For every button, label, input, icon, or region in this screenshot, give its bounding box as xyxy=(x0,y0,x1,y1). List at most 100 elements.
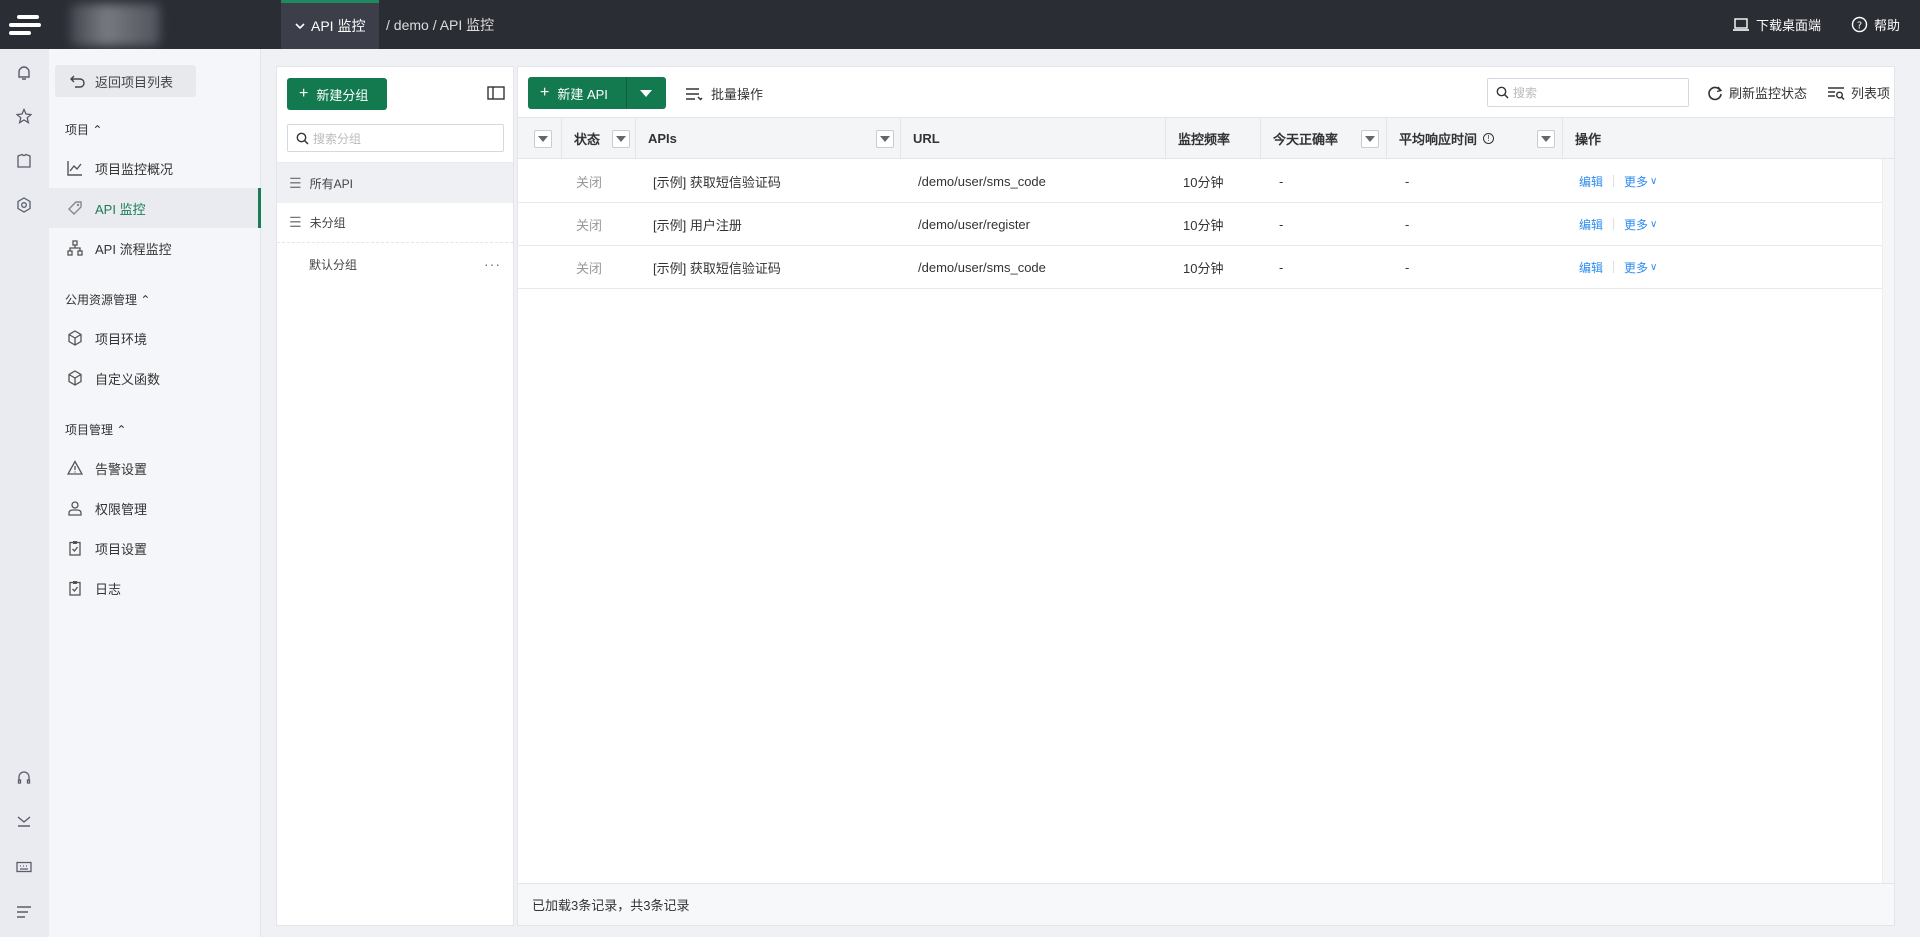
table-row[interactable]: 关闭 [示例] 获取短信验证码 /demo/user/sms_code 10分钟… xyxy=(518,160,1894,203)
download-desktop-button[interactable]: 下载桌面端 xyxy=(1732,15,1821,34)
api-search-input[interactable]: 搜索 xyxy=(1487,78,1689,107)
app-logo[interactable] xyxy=(0,0,49,49)
edit-link[interactable]: 编辑 xyxy=(1579,216,1603,233)
top-bar: API 监控 / demo / API 监控 下载桌面端 ? 帮助 xyxy=(0,0,1920,49)
back-to-projects-button[interactable]: 返回项目列表 xyxy=(55,65,196,97)
group-panel: + 新建分组 搜索分组 ☰ 所有API ☰ 未分组 默认分组 ··· xyxy=(276,66,514,926)
sidebar-item-overview[interactable]: 项目监控概况 xyxy=(49,148,261,188)
filter-icon[interactable] xyxy=(1361,130,1379,148)
new-api-button[interactable]: + 新建 API xyxy=(528,77,666,109)
cell-status: 关闭 xyxy=(576,217,603,233)
keyboard-icon[interactable] xyxy=(14,857,34,877)
new-api-label: 新建 API xyxy=(557,86,608,102)
col-status: 状态 xyxy=(562,118,636,159)
caret-up-icon: ⌃ xyxy=(140,293,151,307)
menu-lines-icon[interactable] xyxy=(14,902,34,922)
group-item-label: 未分组 xyxy=(309,216,346,230)
info-icon: ! xyxy=(1483,133,1495,144)
cell-freq: 10分钟 xyxy=(1183,260,1224,276)
logo-icon xyxy=(8,13,41,37)
help-button[interactable]: ? 帮助 xyxy=(1851,15,1900,34)
module-switcher[interactable]: API 监控 xyxy=(281,0,380,49)
col-freq: 监控频率 xyxy=(1166,118,1261,159)
table-row[interactable]: 关闭 [示例] 获取短信验证码 /demo/user/sms_code 10分钟… xyxy=(518,246,1894,289)
edit-link[interactable]: 编辑 xyxy=(1579,259,1603,276)
gear-icon[interactable] xyxy=(14,195,34,215)
cell-url: /demo/user/register xyxy=(918,216,1030,232)
chevron-down-icon: ∨ xyxy=(1650,218,1658,230)
more-link[interactable]: 更多 xyxy=(1624,216,1648,233)
header-apis: APIs xyxy=(648,131,677,146)
more-link[interactable]: 更多 xyxy=(1624,259,1648,276)
sidebar-item-environment[interactable]: 项目环境 xyxy=(49,318,261,358)
refresh-status-button[interactable]: 刷新监控状态 xyxy=(1707,83,1807,102)
filter-icon[interactable] xyxy=(612,130,630,148)
more-dots-icon[interactable]: ··· xyxy=(484,256,501,272)
help-icon: ? xyxy=(1851,16,1868,33)
search-icon xyxy=(1496,86,1509,99)
cell-api[interactable]: [示例] 获取短信验证码 xyxy=(653,160,781,202)
column-settings-button[interactable]: 列表项 xyxy=(1827,83,1890,102)
collapse-down-icon[interactable] xyxy=(14,811,34,831)
section-project[interactable]: 项目 ⌃ xyxy=(65,121,102,138)
caret-up-icon: ⌃ xyxy=(92,123,103,137)
table-header: 状态 APIs URL 监控频率 今天正确率 平均响应时间 ! 操作 xyxy=(518,117,1894,159)
bell-icon[interactable] xyxy=(14,63,34,83)
section-manage-label: 项目管理 xyxy=(65,423,114,437)
new-api-main[interactable]: + 新建 API xyxy=(528,77,627,109)
header-url: URL xyxy=(913,131,940,146)
filter-icon[interactable] xyxy=(1537,130,1555,148)
refresh-icon xyxy=(1708,86,1723,100)
cell-avg: - xyxy=(1405,216,1410,232)
cell-api[interactable]: [示例] 用户注册 xyxy=(653,203,742,245)
new-api-dropdown[interactable] xyxy=(627,77,665,109)
batch-operation-button[interactable]: 批量操作 xyxy=(685,84,763,103)
more-link[interactable]: 更多 xyxy=(1624,173,1648,190)
cell-rate: - xyxy=(1279,216,1284,232)
headset-icon[interactable] xyxy=(14,767,34,787)
group-item-all[interactable]: ☰ 所有API xyxy=(277,163,513,203)
filter-icon[interactable] xyxy=(876,130,894,148)
new-group-label: 新建分组 xyxy=(316,87,369,103)
sidebar-item-settings[interactable]: 项目设置 xyxy=(49,528,261,568)
shirt-icon[interactable] xyxy=(14,151,34,171)
col-apis: APIs xyxy=(636,118,901,159)
cell-ops: 编辑 更多 ∨ xyxy=(1579,160,1657,202)
return-arrow-icon xyxy=(70,75,85,88)
table-footer: 已加载3条记录，共3条记录 xyxy=(518,883,1894,925)
group-item-default[interactable]: 默认分组 ··· xyxy=(277,244,513,284)
header-freq: 监控频率 xyxy=(1178,132,1231,147)
caret-up-icon: ⌃ xyxy=(116,423,127,437)
batch-label: 批量操作 xyxy=(711,87,764,102)
star-icon[interactable] xyxy=(14,106,34,126)
table-scrollbar[interactable] xyxy=(1882,159,1894,884)
header-status: 状态 xyxy=(574,132,601,147)
help-label: 帮助 xyxy=(1873,18,1900,33)
toggle-panel-icon[interactable] xyxy=(487,86,505,103)
sidebar-item-flow-monitor[interactable]: API 流程监控 xyxy=(49,228,261,268)
user-icon xyxy=(68,501,82,516)
sidebar-item-api-monitor[interactable]: API 监控 xyxy=(49,188,261,228)
group-search-input[interactable]: 搜索分组 xyxy=(287,124,504,152)
table-row[interactable]: 关闭 [示例] 用户注册 /demo/user/register 10分钟 - … xyxy=(518,203,1894,246)
sidebar-item-label: 自定义函数 xyxy=(95,371,161,387)
plus-icon: + xyxy=(299,85,309,102)
record-count: 已加载3条记录，共3条记录 xyxy=(532,898,690,913)
edit-link[interactable]: 编辑 xyxy=(1579,173,1603,190)
cell-api[interactable]: [示例] 获取短信验证码 xyxy=(653,246,781,288)
sidebar-item-functions[interactable]: 自定义函数 xyxy=(49,358,261,398)
col-ops: 操作 xyxy=(1563,118,1894,159)
section-public[interactable]: 公用资源管理 ⌃ xyxy=(65,291,150,308)
org-avatar[interactable] xyxy=(70,4,160,46)
sidebar-item-alerts[interactable]: 告警设置 xyxy=(49,448,261,488)
section-manage[interactable]: 项目管理 ⌃ xyxy=(65,421,126,438)
new-group-button[interactable]: + 新建分组 xyxy=(287,78,387,110)
chevron-down-icon xyxy=(295,23,305,30)
api-list-panel: + 新建 API 批量操作 搜索 刷新监控状态 列表项 状态 APIs URL … xyxy=(517,66,1895,926)
filter-icon[interactable] xyxy=(534,130,552,148)
group-item-ungrouped[interactable]: ☰ 未分组 xyxy=(277,203,513,243)
sidebar-item-logs[interactable]: 日志 xyxy=(49,568,261,608)
search-icon xyxy=(296,132,309,145)
cell-avg: - xyxy=(1405,259,1410,275)
sidebar-item-permissions[interactable]: 权限管理 xyxy=(49,488,261,528)
